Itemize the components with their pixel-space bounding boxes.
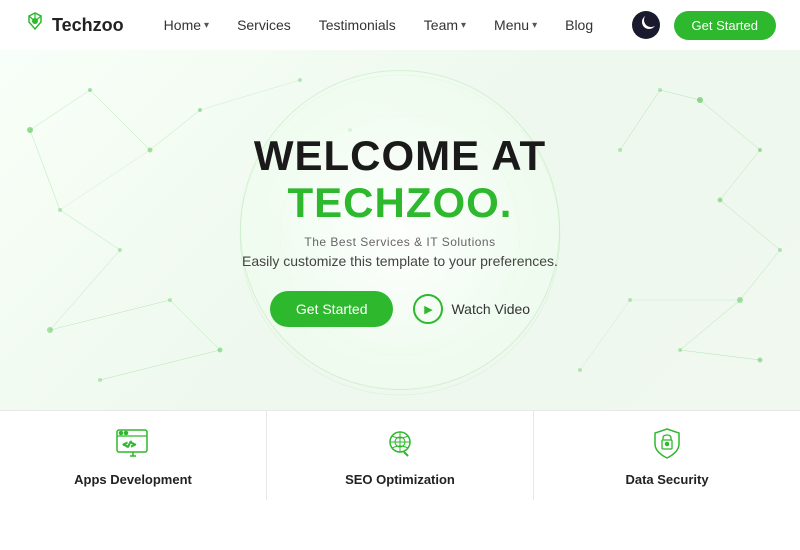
seo-optimization-icon — [380, 424, 420, 464]
logo-text: Techzoo — [52, 15, 124, 36]
card-seo-optimization[interactable]: SEO Optimization — [267, 411, 534, 500]
nav-links: Home ▾ Services Testimonials Team ▾ Menu… — [164, 17, 632, 33]
cards-section: </> Apps Development SEO Optimization — [0, 410, 800, 500]
team-chevron-icon: ▾ — [461, 20, 466, 31]
nav-home[interactable]: Home ▾ — [164, 17, 209, 33]
menu-chevron-icon: ▾ — [532, 20, 537, 31]
seo-optimization-label: SEO Optimization — [345, 472, 455, 487]
svg-text:</>: </> — [123, 442, 136, 450]
navbar: Techzoo Home ▾ Services Testimonials Tea… — [0, 0, 800, 50]
play-icon: ▶ — [413, 294, 443, 324]
card-data-security[interactable]: Data Security — [534, 411, 800, 500]
home-chevron-icon: ▾ — [204, 20, 209, 31]
nav-services[interactable]: Services — [237, 17, 291, 33]
nav-menu[interactable]: Menu ▾ — [494, 17, 537, 33]
watch-video-label: Watch Video — [451, 301, 530, 317]
logo[interactable]: Techzoo — [24, 11, 124, 39]
data-security-label: Data Security — [625, 472, 708, 487]
nav-cta-button[interactable]: Get Started — [674, 11, 776, 40]
nav-blog[interactable]: Blog — [565, 17, 593, 33]
hero-get-started-button[interactable]: Get Started — [270, 291, 394, 327]
nav-team[interactable]: Team ▾ — [424, 17, 466, 33]
nav-testimonials[interactable]: Testimonials — [319, 17, 396, 33]
hero-buttons: Get Started ▶ Watch Video — [242, 291, 558, 327]
card-apps-development[interactable]: </> Apps Development — [0, 411, 267, 500]
theme-toggle-button[interactable] — [632, 11, 660, 39]
hero-section: WELCOME AT TECHZOO. The Best Services & … — [0, 50, 800, 410]
watch-video-button[interactable]: ▶ Watch Video — [413, 294, 530, 324]
nav-right: Get Started — [632, 11, 776, 40]
hero-title-line1: WELCOME AT — [242, 133, 558, 179]
apps-development-icon: </> — [113, 424, 153, 464]
apps-development-label: Apps Development — [74, 472, 192, 487]
data-security-icon — [647, 424, 687, 464]
hero-subtitle: The Best Services & IT Solutions — [242, 235, 558, 249]
hero-description: Easily customize this template to your p… — [242, 253, 558, 269]
hero-content: WELCOME AT TECHZOO. The Best Services & … — [242, 133, 558, 327]
hero-title-line2: TECHZOO. — [242, 179, 558, 227]
logo-icon — [24, 11, 46, 39]
